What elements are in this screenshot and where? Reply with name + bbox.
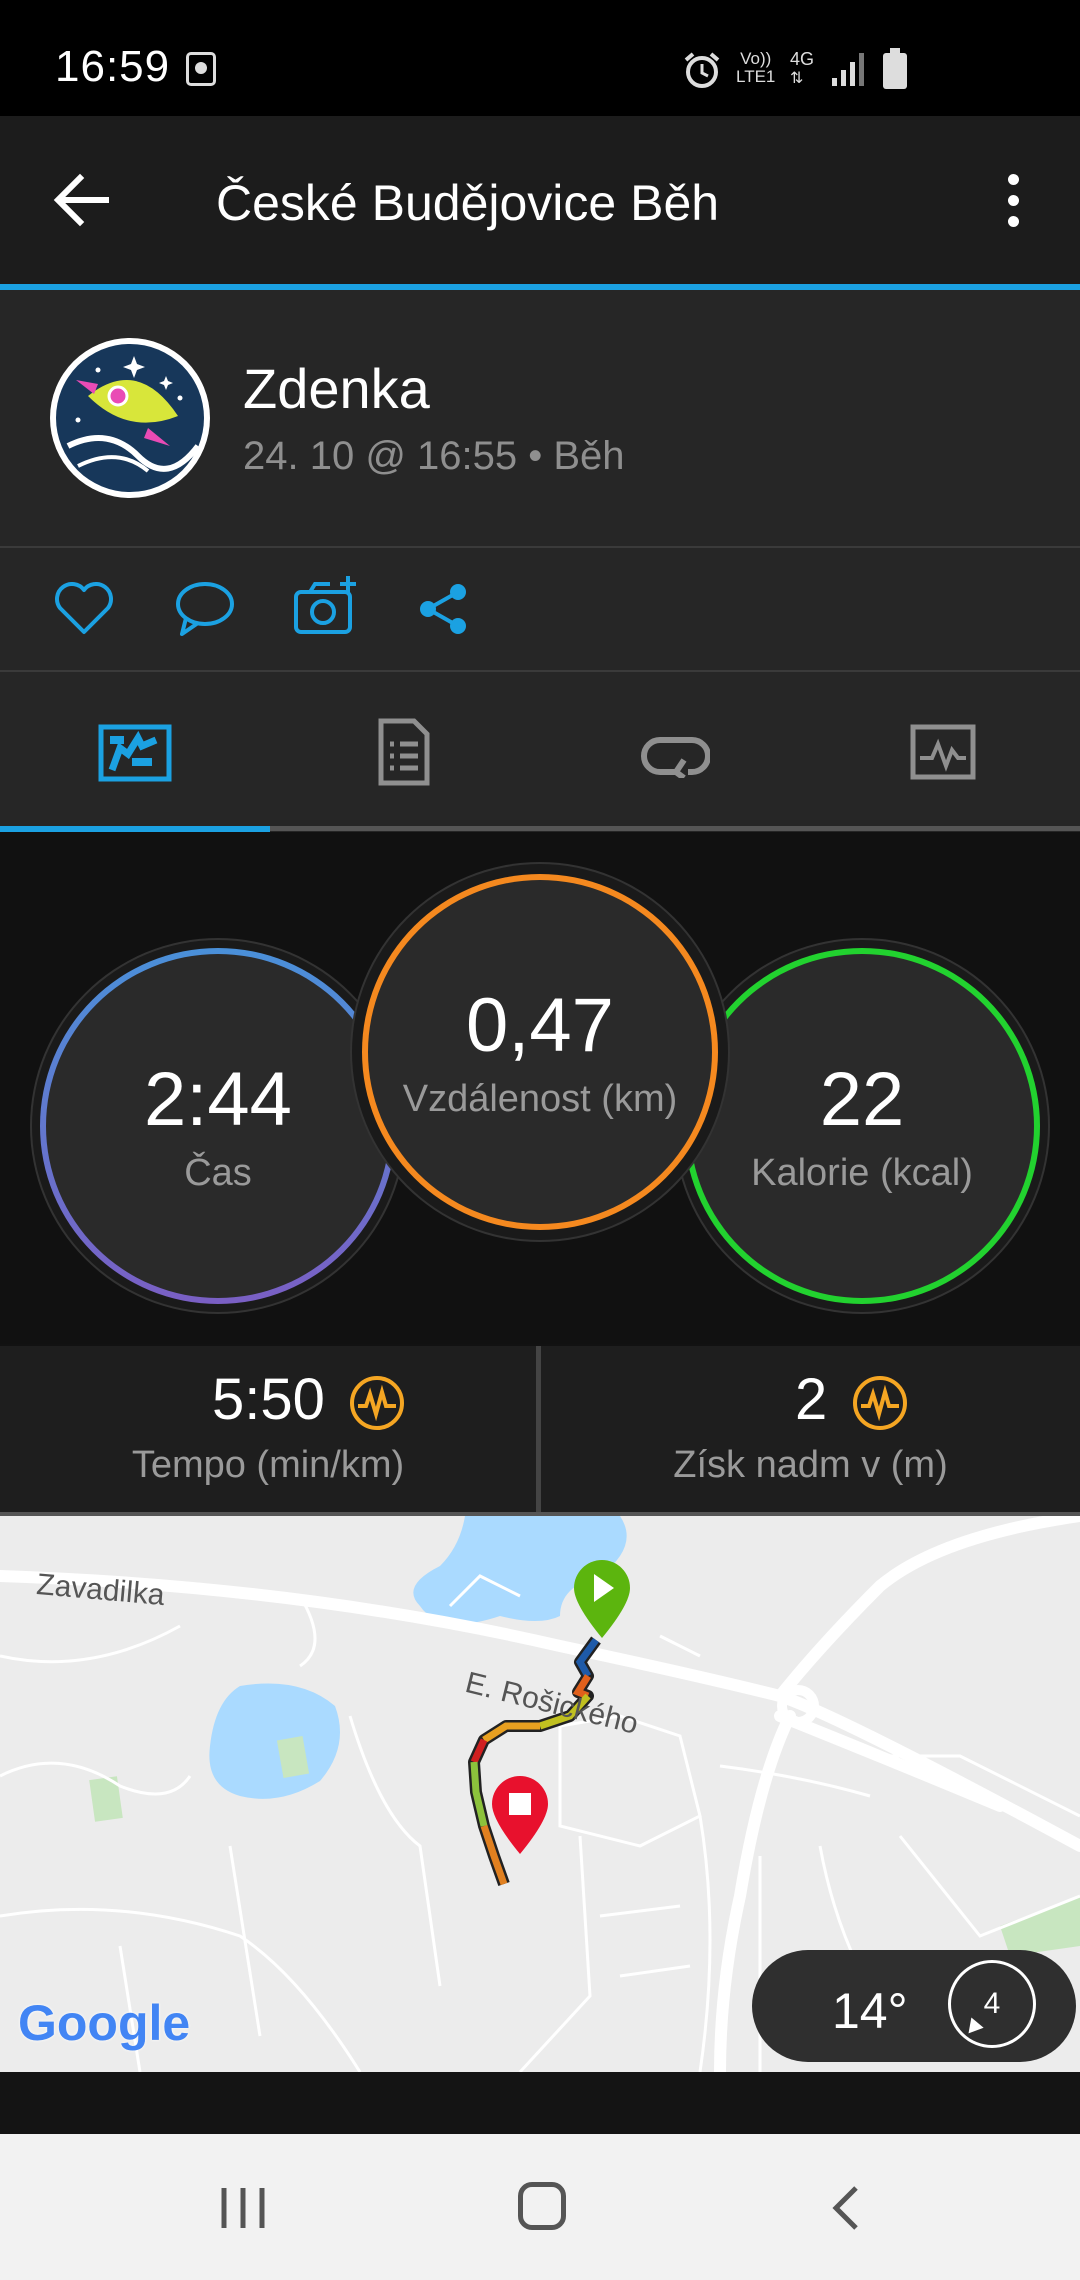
share-icon[interactable]: [416, 582, 470, 641]
social-actions-bar: [0, 548, 1080, 670]
page-title: České Budějovice Běh: [216, 175, 720, 231]
back-icon[interactable]: [830, 2184, 860, 2237]
home-icon[interactable]: [518, 2182, 566, 2230]
time-label: Čas: [184, 1152, 252, 1194]
more-options-icon[interactable]: [1004, 172, 1024, 232]
avatar[interactable]: [48, 336, 212, 505]
wind-speed: 4: [983, 1987, 1001, 2020]
distance-stat-ring: 0,47 Vzdálenost (km): [352, 864, 728, 1240]
status-bar: 16:59 Vo)) LTE1 4G ⇅: [0, 0, 1080, 116]
pace-stat[interactable]: 5:50 Tempo (min/km): [0, 1346, 536, 1512]
distance-label: Vzdálenost (km): [402, 1078, 678, 1120]
summary-stats: 2:44 Čas 22 Kalorie (kcal) 0,47 Vzdáleno…: [0, 832, 1080, 1344]
like-heart-icon[interactable]: [54, 582, 114, 641]
weather-temperature: 14°: [832, 1983, 908, 2039]
weather-widget[interactable]: 14° 4: [752, 1950, 1076, 2062]
battery-icon: [882, 48, 908, 95]
google-logo: Google: [18, 1995, 191, 2051]
pace-value: 5:50: [212, 1367, 325, 1432]
activity-header: Zdenka 24. 10 @ 16:55 • Běh: [0, 290, 1080, 546]
time-value: 2:44: [144, 1057, 292, 1142]
tab-charts-icon[interactable]: [910, 724, 976, 780]
start-pin-icon[interactable]: [570, 1556, 634, 1645]
time-stat-ring: 2:44 Čas: [32, 940, 404, 1312]
calories-stat-ring: 22 Kalorie (kcal): [676, 940, 1048, 1312]
recent-apps-icon[interactable]: [220, 2186, 266, 2235]
alarm-icon: [682, 50, 722, 95]
system-navigation-bar: [0, 2134, 1080, 2280]
wind-compass-icon: 4: [948, 1960, 1036, 2048]
add-photo-camera-icon[interactable]: [292, 574, 358, 643]
calories-label: Kalorie (kcal): [751, 1152, 973, 1194]
tab-details-document-icon[interactable]: [378, 718, 430, 791]
end-pin-icon[interactable]: [488, 1772, 552, 1861]
pace-badge-icon: [348, 1374, 406, 1437]
athlete-name[interactable]: Zdenka: [243, 356, 430, 421]
elevation-stat[interactable]: 2 Získ nadm v (m): [541, 1346, 1080, 1512]
app-bar: České Budějovice Běh: [0, 116, 1080, 284]
tab-overview-icon[interactable]: [98, 724, 172, 787]
secondary-stats-row: 5:50 Tempo (min/km) 2 Získ nadm v (m): [0, 1346, 1080, 1512]
signal-icon: [830, 50, 870, 93]
back-arrow-icon[interactable]: [52, 172, 112, 233]
activity-date-type: 24. 10 @ 16:55 • Běh: [243, 434, 625, 478]
volte-indicator: Vo)) LTE1: [736, 49, 776, 86]
comment-bubble-icon[interactable]: [174, 580, 236, 643]
pace-label: Tempo (min/km): [131, 1444, 405, 1486]
tab-laps-loop-icon[interactable]: [640, 728, 711, 783]
bottom-content-peek: [0, 2072, 1080, 2134]
elevation-badge-icon: [851, 1374, 909, 1437]
elevation-value: 2: [795, 1367, 828, 1432]
screenshot-notification-icon: [186, 52, 216, 86]
elevation-label: Získ nadm v (m): [673, 1444, 948, 1486]
distance-value: 0,47: [466, 983, 614, 1068]
activity-tabs: [0, 672, 1080, 832]
route-map[interactable]: Zavadilka E. Rošického Google 14° 4: [0, 1516, 1080, 2072]
status-time: 16:59: [55, 42, 171, 91]
network-4g-indicator: 4G ⇅: [790, 49, 815, 87]
calories-value: 22: [819, 1057, 905, 1142]
